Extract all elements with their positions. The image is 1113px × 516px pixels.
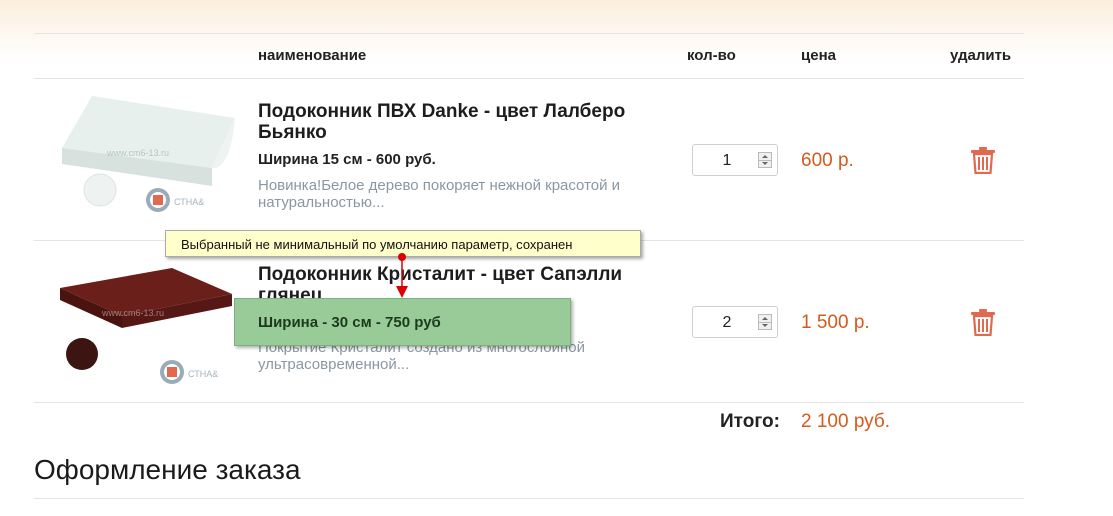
spinner-up-icon[interactable] [762,317,768,320]
product-variant: Ширина - 30 см - 750 руб [258,314,441,331]
item-price: 1 500 р. [801,312,870,333]
svg-text:СТНА&: СТНА& [188,369,218,379]
quantity-input[interactable] [699,150,755,172]
product-image[interactable]: www.cm6-13.ru СТНА& [52,258,237,388]
image-watermark: www.cm6-13.ru [101,308,164,318]
spinner-down-icon[interactable] [762,324,768,327]
spinner[interactable] [758,152,772,168]
trash-icon[interactable] [970,308,996,336]
header-divider [34,78,1024,79]
total-value: 2 100 руб. [801,411,891,432]
row-divider [34,402,1024,403]
bottom-divider [34,498,1024,499]
item-price: 600 р. [801,150,854,171]
badge-icon [146,188,170,212]
badge-icon [160,360,184,384]
spinner-down-icon[interactable] [762,162,768,165]
top-divider [34,33,1024,34]
spinner-up-icon[interactable] [762,155,768,158]
product-description: Новинка!Белое дерево покоряет нежной кра… [258,177,621,211]
trash-icon[interactable] [970,146,996,174]
arrow-icon [396,253,408,298]
header-delete: удалить [950,47,1012,64]
total-label: Итого: [720,411,780,432]
checkout-heading: Оформление заказа [34,454,301,485]
header-qty: кол-во [687,47,736,64]
quantity-input[interactable] [699,312,755,334]
quantity-stepper[interactable] [692,306,778,338]
image-watermark: www.cm6-13.ru [106,148,169,158]
svg-text:СТНА&: СТНА& [174,197,204,207]
product-image[interactable]: www.cm6-13.ru СТНА& [52,88,237,218]
quantity-stepper[interactable] [692,144,778,176]
spinner[interactable] [758,314,772,330]
header-price: цена [801,47,836,64]
header-name: наименование [258,47,367,64]
highlighted-variant: Ширина - 30 см - 750 руб [234,298,571,346]
product-title[interactable]: Подоконник ПВХ Danke - цвет Лалберо Бьян… [258,101,678,143]
product-variant: Ширина 15 см - 600 руб. [258,151,436,168]
